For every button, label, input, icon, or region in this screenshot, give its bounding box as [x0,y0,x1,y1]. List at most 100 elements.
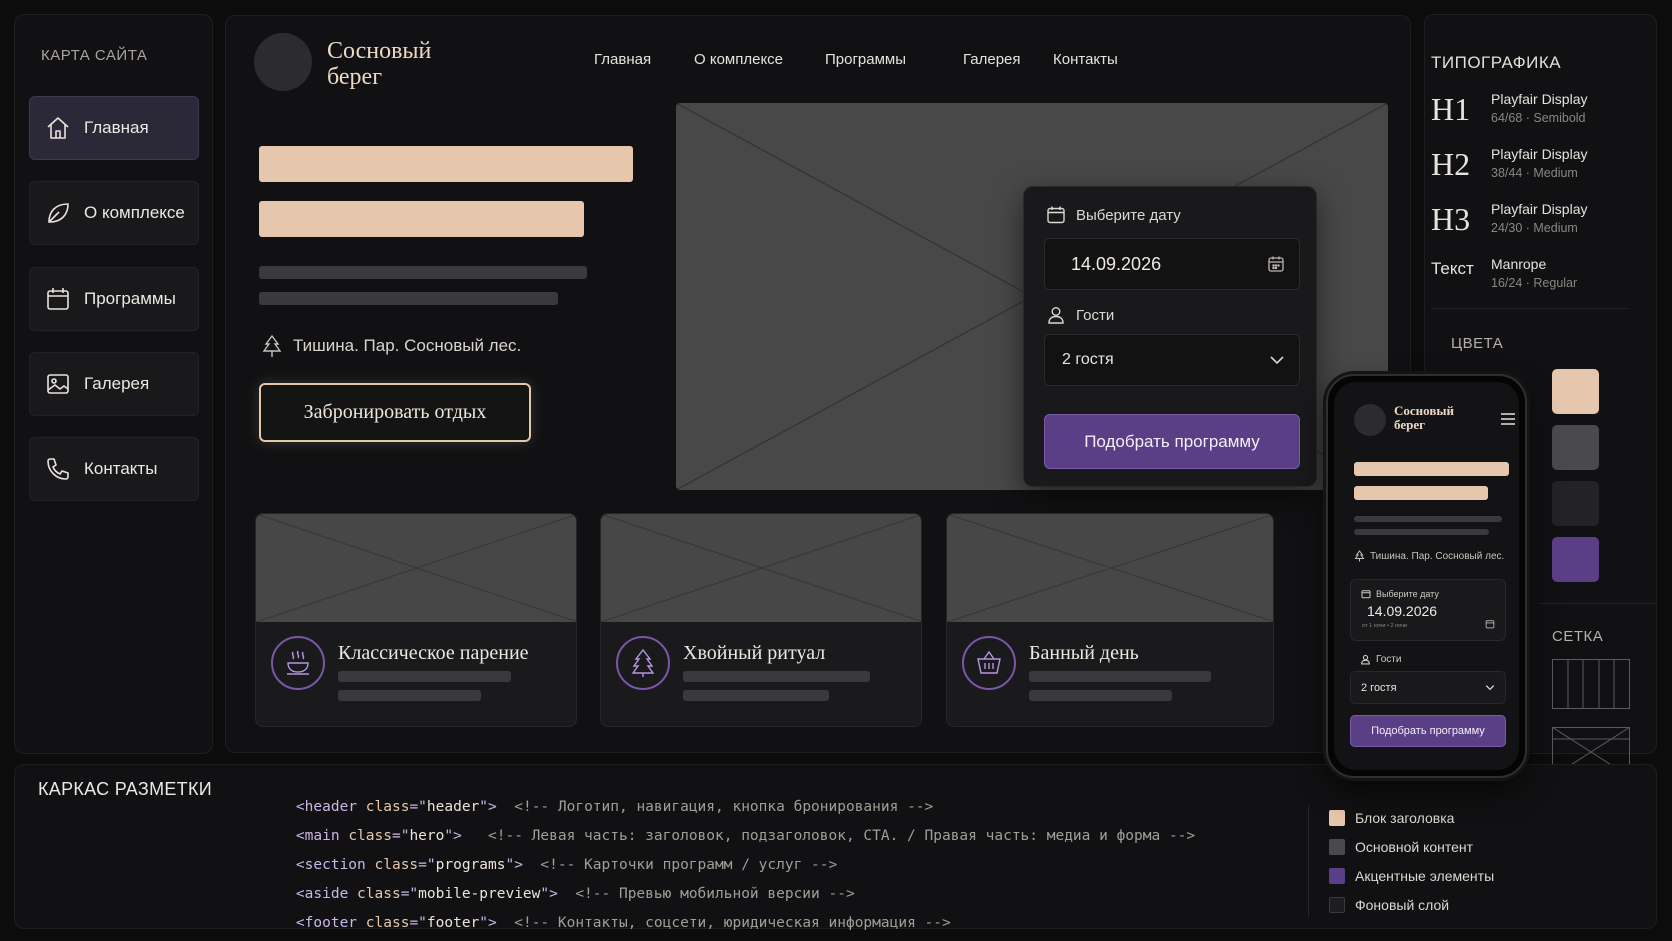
nav-about[interactable]: О комплексе [694,51,783,68]
typography-title: ТИПОГРАФИКА [1431,53,1562,72]
sitemap-title: КАРТА САЙТА [41,47,148,64]
nav-gallery[interactable]: Галерея [963,51,1021,68]
sitemap-item-programs[interactable]: Программы [29,267,199,331]
sitemap-item-home[interactable]: Главная [29,96,199,160]
chevron-down-icon [1270,356,1284,365]
pine-tree-icon [262,334,282,357]
find-program-button[interactable]: Подобрать программу [1044,414,1300,469]
grid-title: СЕТКА [1552,628,1604,645]
sitemap-item-gallery[interactable]: Галерея [29,352,199,416]
mobile-date-hint: от 1 ночи • 2 ночи [1362,623,1407,629]
legend-label: Основной контент [1355,839,1474,855]
legend-swatch [1329,897,1345,913]
chevron-down-icon [1485,685,1495,691]
color-swatch-peach[interactable] [1552,369,1599,414]
hero-subtitle-placeholder [259,266,587,279]
program-desc-placeholder [1029,671,1211,682]
legend-label: Блок заголовка [1355,810,1455,826]
hamburger-menu-icon[interactable] [1500,412,1516,426]
type-row-h1: H1 Playfair Display 64/68 · Semibold [1431,91,1587,128]
color-swatch-purple[interactable] [1552,537,1599,582]
phone-icon [47,458,69,480]
program-desc-placeholder [683,671,870,682]
nav-contacts[interactable]: Контакты [1053,51,1118,68]
nav-home[interactable]: Главная [594,51,651,68]
logo-line1: Сосновый [327,38,432,64]
guests-label: Гости [1046,305,1114,325]
legend-label: Фоновый слой [1355,897,1450,913]
program-card[interactable]: Хвойный ритуал [600,513,922,727]
mobile-tagline: Тишина. Пар. Сосновый лес. [1354,550,1504,562]
type-meta: 16/24 · Regular [1491,276,1578,290]
legend-item: Основной контент [1329,839,1473,855]
legend-item: Блок заголовка [1329,810,1454,826]
divider [1539,603,1657,604]
guests-value: 2 гостя [1062,351,1114,368]
book-rest-button[interactable]: Забронировать отдых [259,383,531,442]
program-desc-placeholder-2 [338,690,481,701]
date-value: 14.09.2026 [1071,253,1162,274]
sitemap-item-label: О комплексе [84,203,185,222]
date-label-text: Выберите дату [1076,206,1181,224]
program-desc-placeholder-2 [683,690,829,701]
type-meta: 38/44 · Medium [1491,166,1578,180]
pine-tree-icon [1354,550,1365,562]
hero-title-placeholder-2 [259,201,584,237]
program-image-placeholder [947,514,1273,622]
guests-select[interactable]: 2 гостя [1044,334,1300,386]
type-sample: H2 [1431,146,1471,182]
mobile-find-program-button[interactable]: Подобрать программу [1350,715,1506,747]
hero-subtitle-placeholder-2 [259,292,558,305]
mobile-logo-text[interactable]: Сосновый берег [1394,404,1454,432]
type-sample: H1 [1431,91,1471,127]
mobile-date-value: 14.09.2026 [1367,603,1438,619]
divider [1431,308,1629,309]
hero-title-placeholder [259,146,633,182]
sitemap-item-label: Программы [84,289,176,308]
color-swatch-dark[interactable] [1552,481,1599,526]
date-picker-icon[interactable] [1485,619,1495,629]
mobile-subtitle-placeholder-2 [1354,529,1489,535]
calendar-icon [1047,206,1065,224]
mobile-tagline-text: Тишина. Пар. Сосновый лес. [1370,550,1505,562]
program-card[interactable]: Классическое парение [255,513,577,727]
sitemap-item-contacts[interactable]: Контакты [29,437,199,501]
mobile-date-field[interactable]: Выберите дату 14.09.2026 от 1 ночи • 2 н… [1350,579,1506,641]
program-image-placeholder [256,514,576,622]
sitemap-item-label: Контакты [84,459,158,478]
mobile-guests-select[interactable]: 2 гостя [1350,671,1506,704]
hero-tagline: Тишина. Пар. Сосновый лес. [261,334,521,358]
logo-text[interactable]: Сосновый берег [327,38,431,90]
date-field[interactable]: 14.09.2026 [1044,238,1300,290]
mobile-logo-line2: берег [1394,417,1426,432]
mobile-title-placeholder-2 [1354,486,1488,500]
image-icon [47,374,69,394]
user-icon [1048,307,1064,324]
type-meta: 24/30 · Medium [1491,221,1578,235]
desktop-canvas: Сосновый берег Главная О комплексе Прогр… [225,15,1411,753]
mobile-title-placeholder [1354,462,1509,476]
type-row-h2: H2 Playfair Display 38/44 · Medium [1431,146,1587,183]
legend-item: Акцентные элементы [1329,868,1494,884]
sitemap-item-about[interactable]: О комплексе [29,181,199,245]
type-sample: H3 [1431,201,1471,237]
mobile-logo-mark [1354,404,1386,436]
home-icon [47,117,69,139]
legend-swatch [1329,810,1345,826]
date-picker-icon[interactable] [1267,255,1285,273]
image-placeholder-cross [256,514,576,622]
steam-bowl-icon [271,636,325,690]
colors-title: ЦВЕТА [1451,335,1504,352]
type-font: Playfair Display [1491,146,1588,162]
image-placeholder-cross [947,514,1273,622]
program-title: Банный день [1029,642,1139,664]
mobile-subtitle-placeholder [1354,516,1502,522]
legend-swatch [1329,868,1345,884]
color-swatch-grey[interactable] [1552,425,1599,470]
code-comment: <!-- Контакты, соцсети, юридическая инфо… [514,915,951,931]
program-card[interactable]: Банный день [946,513,1274,727]
calendar-icon [47,288,69,310]
program-image-placeholder [601,514,921,622]
markup-skeleton-panel: КАРКАС РАЗМЕТКИ <header class="header"> … [14,764,1657,931]
nav-programs[interactable]: Программы [825,51,906,68]
